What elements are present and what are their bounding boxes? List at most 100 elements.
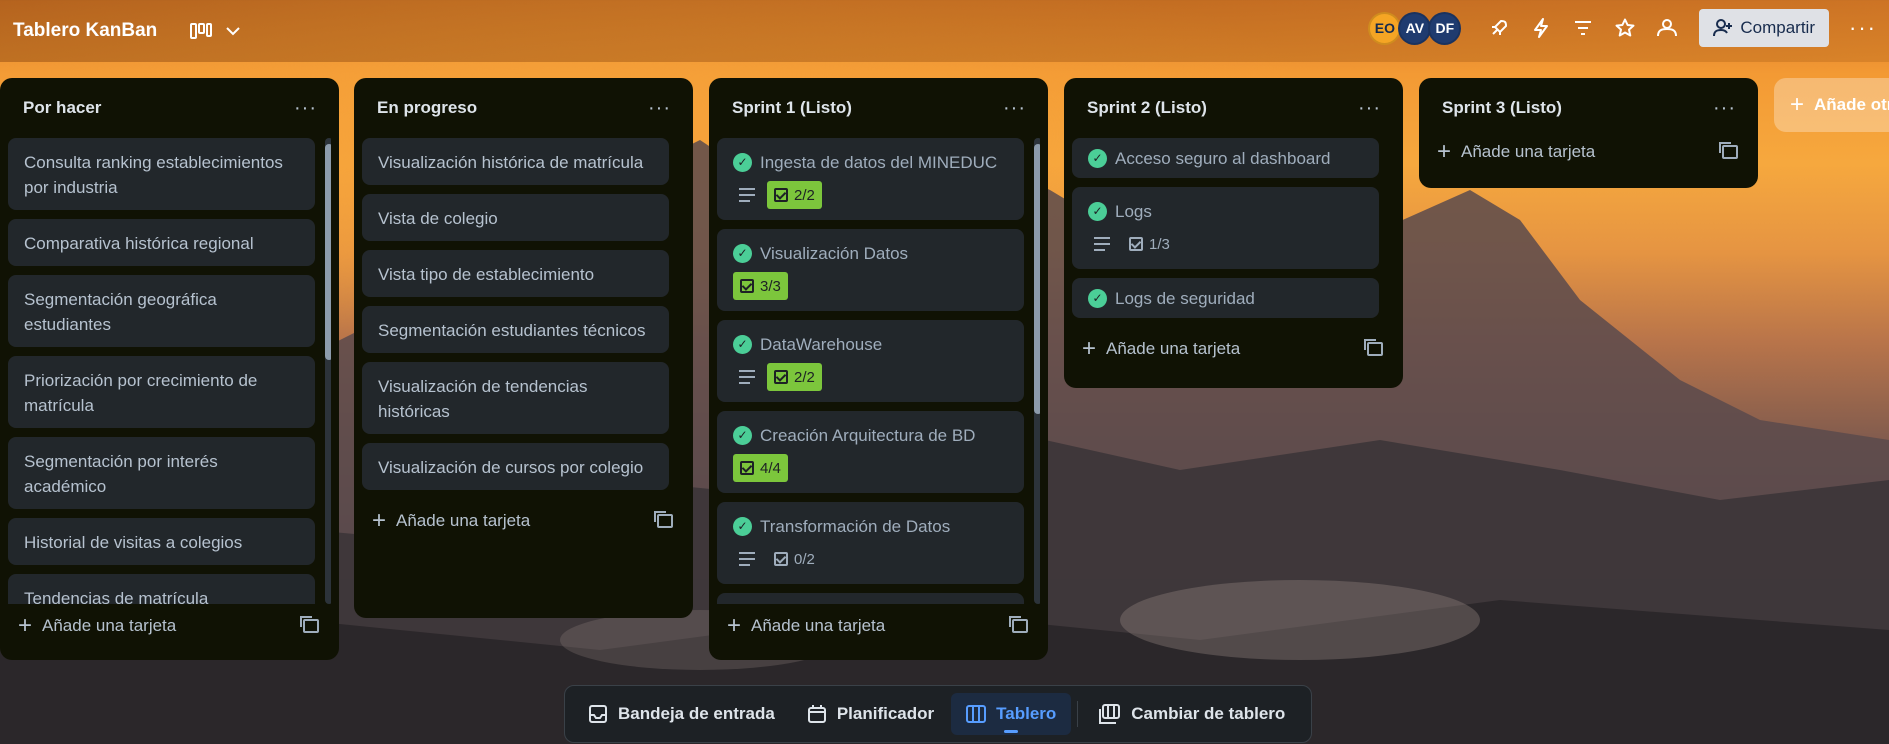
plus-icon: +: [1082, 335, 1097, 362]
avatar[interactable]: EO: [1368, 11, 1402, 45]
add-card-button[interactable]: + Añade una tarjeta: [362, 499, 685, 543]
description-icon: [739, 552, 755, 566]
add-list-button[interactable]: + Añade otra lista: [1774, 78, 1889, 132]
visibility-icon[interactable]: [1651, 12, 1683, 44]
list-card[interactable]: Vista de colegio: [362, 194, 669, 241]
list-card[interactable]: Priorización por crecimiento de matrícul…: [8, 356, 315, 428]
completed-check-icon[interactable]: ✓: [733, 153, 752, 172]
list-scrollbar[interactable]: [1034, 138, 1040, 604]
list-menu-icon[interactable]: ···: [648, 97, 671, 120]
list-title[interactable]: Sprint 1 (Listo): [732, 98, 852, 118]
completed-check-icon[interactable]: ✓: [733, 426, 752, 445]
list-menu-icon[interactable]: ···: [294, 97, 317, 120]
share-button[interactable]: Compartir: [1699, 9, 1829, 47]
completed-check-icon[interactable]: ✓: [1088, 289, 1107, 308]
plus-icon: +: [727, 612, 742, 639]
list-card[interactable]: Segmentación por interés académico: [8, 437, 315, 509]
add-card-button[interactable]: + Añade una tarjeta: [717, 604, 1040, 648]
card-template-icon[interactable]: [1364, 339, 1383, 356]
share-person-icon: [1713, 19, 1733, 37]
list-card[interactable]: ✓ Acceso seguro al dashboard: [1072, 138, 1379, 178]
completed-check-icon[interactable]: ✓: [1088, 202, 1107, 221]
description-icon: [1094, 237, 1110, 251]
list-en-progreso: En progreso ··· Visualización histórica …: [354, 78, 693, 618]
checklist-badge: 3/3: [733, 272, 788, 300]
inbox-icon: [589, 705, 607, 723]
nav-inbox[interactable]: Bandeja de entrada: [573, 693, 790, 735]
more-icon[interactable]: ···: [1847, 12, 1879, 44]
completed-check-icon[interactable]: ✓: [733, 517, 752, 536]
checklist-badge: 2/2: [767, 363, 822, 391]
list-menu-icon[interactable]: ···: [1713, 97, 1736, 120]
bottom-navigation: Bandeja de entrada Planificador Tablero …: [564, 685, 1312, 743]
list-menu-icon[interactable]: ···: [1003, 97, 1026, 120]
list-card[interactable]: Historial de visitas a colegios: [8, 518, 315, 565]
description-icon: [739, 370, 755, 384]
list-card[interactable]: Consulta ranking establecimientos por in…: [8, 138, 315, 210]
list-card[interactable]: Visualización histórica de matrícula: [362, 138, 669, 185]
list-title[interactable]: Sprint 2 (Listo): [1087, 98, 1207, 118]
card-template-icon[interactable]: [654, 511, 673, 528]
list-title[interactable]: Por hacer: [23, 98, 101, 118]
checklist-icon: [774, 188, 788, 202]
list-card[interactable]: ✓ Visualización Datos 3/3: [717, 229, 1024, 311]
completed-check-icon[interactable]: ✓: [1088, 149, 1107, 168]
list-sprint-2: Sprint 2 (Listo) ··· ✓ Acceso seguro al d…: [1064, 78, 1403, 388]
nav-divider: [1077, 701, 1079, 727]
list-card[interactable]: Visualización de tendencias históricas: [362, 362, 669, 434]
add-card-button[interactable]: + Añade una tarjeta: [1072, 327, 1395, 371]
nav-board[interactable]: Tablero: [951, 693, 1072, 735]
completed-check-icon[interactable]: ✓: [733, 244, 752, 263]
avatar[interactable]: DF: [1428, 11, 1462, 45]
list-card[interactable]: Vista tipo de establecimiento: [362, 250, 669, 297]
plus-icon: +: [372, 507, 387, 534]
filter-icon[interactable]: [1567, 12, 1599, 44]
plus-icon: +: [1790, 91, 1805, 118]
checklist-icon: [774, 552, 788, 566]
list-menu-icon[interactable]: ···: [1358, 97, 1381, 120]
checklist-badge: 0/2: [767, 545, 822, 573]
list-card[interactable]: Segmentación geográfica estudiantes: [8, 275, 315, 347]
list-card[interactable]: ✓ Creación Arquitectura de BD 4/4: [717, 411, 1024, 493]
list-card[interactable]: Segmentación estudiantes técnicos: [362, 306, 669, 353]
list-card[interactable]: ✓ Transformación de Datos 0/2: [717, 502, 1024, 584]
description-icon: [739, 188, 755, 202]
share-label: Compartir: [1740, 18, 1815, 37]
checklist-icon: [774, 370, 788, 384]
checklist-badge: 1/3: [1122, 230, 1177, 258]
list-card[interactable]: [717, 593, 1024, 604]
list-card[interactable]: Tendencias de matrícula: [8, 574, 315, 604]
add-card-button[interactable]: + Añade una tarjeta: [1427, 130, 1750, 174]
power-ups-icon[interactable]: [1483, 12, 1515, 44]
checklist-icon: [740, 279, 754, 293]
list-scrollbar[interactable]: [325, 138, 331, 604]
list-sprint-1: Sprint 1 (Listo) ··· ✓ Ingesta de datos d…: [709, 78, 1048, 660]
automation-icon[interactable]: [1525, 12, 1557, 44]
list-title[interactable]: En progreso: [377, 98, 477, 118]
list-card[interactable]: Comparativa histórica regional: [8, 219, 315, 266]
card-template-icon[interactable]: [1009, 616, 1028, 633]
checklist-badge: 2/2: [767, 181, 822, 209]
calendar-icon: [807, 705, 826, 723]
list-card[interactable]: ✓ DataWarehouse 2/2: [717, 320, 1024, 402]
list-por-hacer: Por hacer ··· Consulta ranking estableci…: [0, 78, 339, 660]
checklist-badge: 4/4: [733, 454, 788, 482]
star-icon[interactable]: [1609, 12, 1641, 44]
board-view-icon[interactable]: [185, 15, 217, 47]
card-template-icon[interactable]: [1719, 142, 1738, 159]
plus-icon: +: [18, 612, 33, 639]
list-card[interactable]: ✓ Ingesta de datos del MINEDUC 2/2: [717, 138, 1024, 220]
add-card-button[interactable]: + Añade una tarjeta: [8, 604, 331, 648]
card-template-icon[interactable]: [300, 616, 319, 633]
nav-switch-board[interactable]: Cambiar de tablero: [1084, 693, 1300, 735]
plus-icon: +: [1437, 138, 1452, 165]
completed-check-icon[interactable]: ✓: [733, 335, 752, 354]
nav-planner[interactable]: Planificador: [792, 693, 949, 735]
list-card[interactable]: Visualización de cursos por colegio: [362, 443, 669, 490]
list-title[interactable]: Sprint 3 (Listo): [1442, 98, 1562, 118]
list-card[interactable]: ✓ Logs de seguridad: [1072, 278, 1379, 318]
avatar[interactable]: AV: [1398, 11, 1432, 45]
board-title[interactable]: Tablero KanBan: [13, 20, 157, 42]
list-card[interactable]: ✓ Logs 1/3: [1072, 187, 1379, 269]
chevron-down-icon[interactable]: [217, 15, 249, 47]
